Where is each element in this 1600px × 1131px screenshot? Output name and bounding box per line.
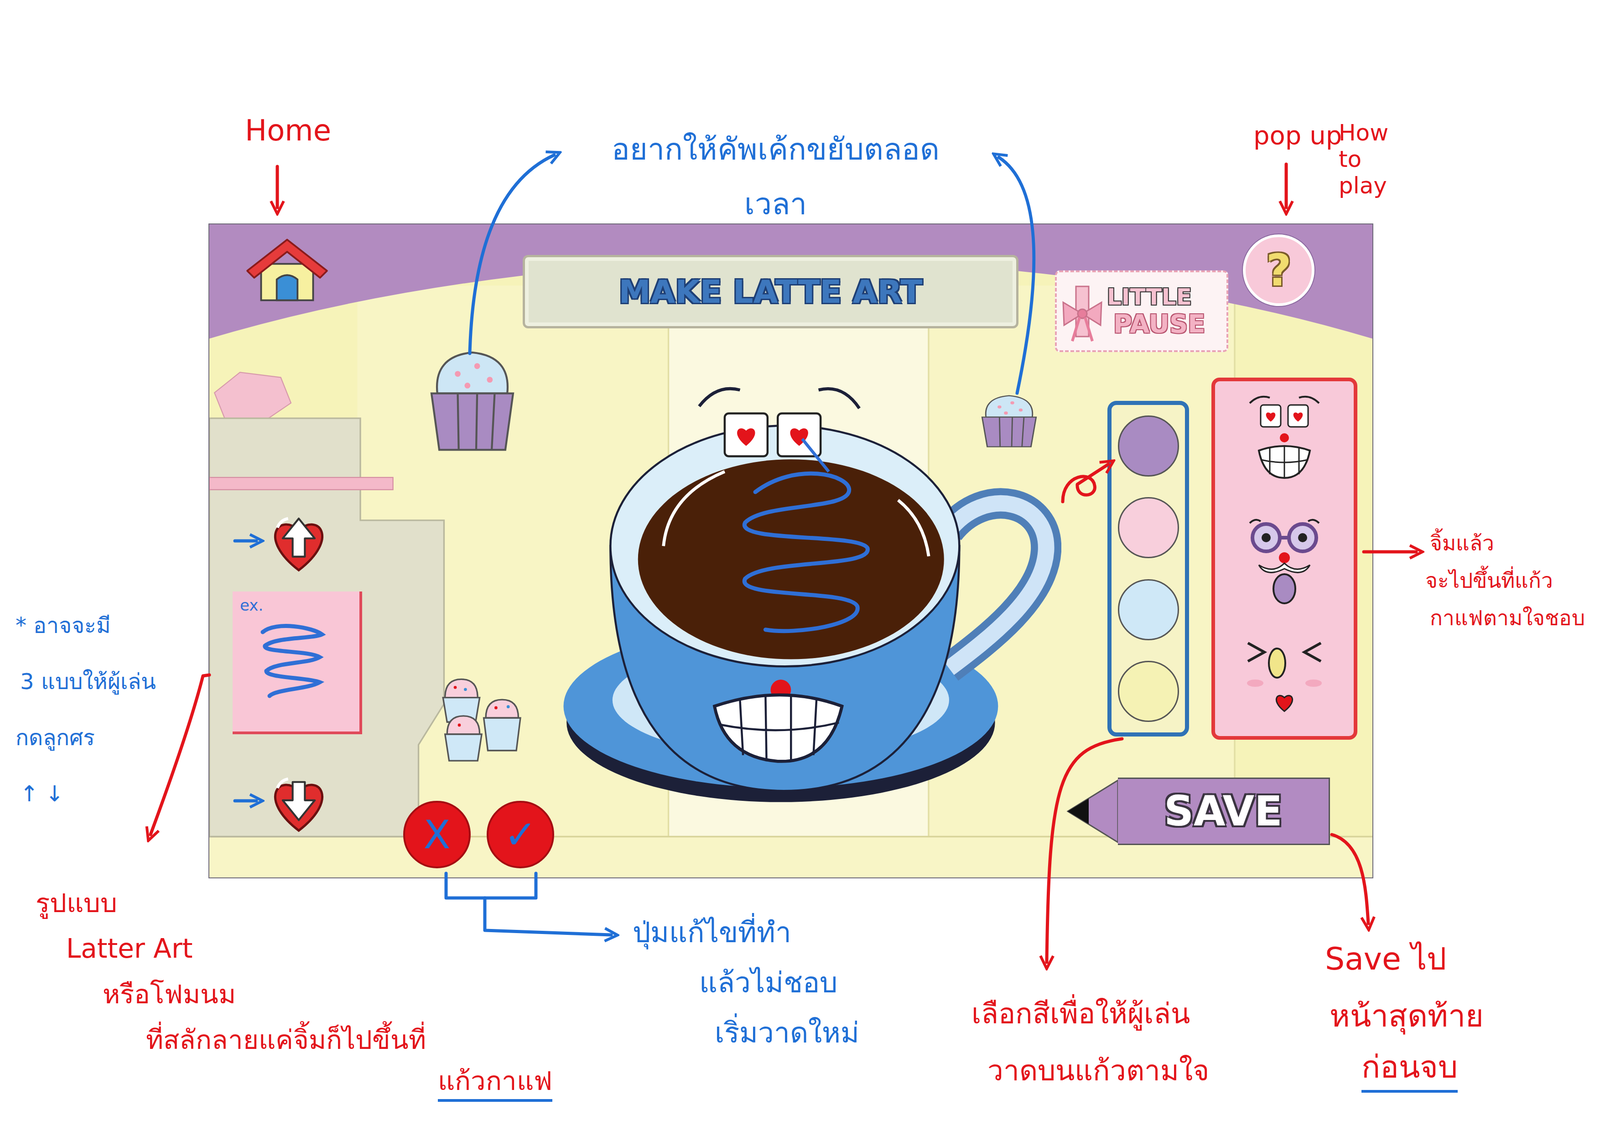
coffee-cup-icon[interactable] [561,377,1062,807]
clear-button[interactable]: X [403,800,471,869]
mockup-sheet: MAKE LATTE ART LITTLEPAUSE? ex. X ✓ SAVE Home p… [0,0,1600,1131]
annotation-line: กดลูกศร [15,709,95,766]
color-swatch[interactable] [1117,579,1180,641]
annotation-line: หรือโฟมนม [102,971,236,1018]
logo-text: LITTLEPAUSE [1106,284,1206,338]
annotation-line: Save ไป [1324,930,1447,988]
annotation-line: 3 แบบให้ผู้เล่น [20,653,156,710]
save-button[interactable]: SAVE [1066,777,1330,846]
color-swatch[interactable] [1117,660,1180,723]
color-swatch[interactable] [1117,415,1180,477]
face-sticker-icon[interactable] [1229,390,1340,491]
home-icon[interactable] [242,234,333,304]
annotation-line: เลือกสีเพื่อให้ผู้เล่น [971,985,1190,1043]
annotation-line: อยากให้คัพเค้กขยับตลอด [611,122,940,177]
game-screen: MAKE LATTE ART LITTLEPAUSE? ex. X ✓ SAVE [209,224,1373,878]
down-arrow-heart-icon[interactable] [260,765,338,837]
annotation: จิ้มแล้วจะไปขึ้นที่แก้วกาแฟตามใจชอบ [1425,524,1585,637]
annotation: Howtoplay [1338,119,1389,199]
annotation-line: รูปแบบ [35,880,118,926]
annotation-line: How [1338,119,1389,146]
screen-title: MAKE LATTE ART [618,273,923,311]
annotation: pop up [1253,119,1342,152]
annotation-line: ปุ่มแก้ไขที่ทำ [632,907,792,958]
annotation: Save ไปหน้าสุดท้ายก่อนจบ [1324,930,1484,1093]
cupcake-icon [423,346,521,454]
save-label-box: SAVE [1117,777,1330,846]
button-label: ✓ [503,815,537,855]
annotation: * อาจจะมี3 แบบให้ผู้เล่นกดลูกศร↑ ↓ [15,597,156,822]
title-banner: MAKE LATTE ART [522,254,1019,329]
annotation: Home [244,112,332,149]
button-label: X [423,815,451,855]
annotation: รูปแบบLatter Artหรือโฟมนมที่สลักลายแค่จิ… [27,880,553,1102]
annotation-line: play [1338,172,1388,199]
logo-word: LITTLE [1106,284,1192,310]
annotation-line: แล้วไม่ชอบ [699,957,838,1008]
annotation-line: Latter Art [66,925,193,972]
face-sticker-icon[interactable] [1229,626,1340,728]
help-label: ? [1266,248,1292,293]
annotation: อยากให้คัพเค้กขยับตลอดเวลา [570,122,981,232]
annotation-line: หน้าสุดท้าย [1329,987,1484,1045]
bow-icon [1058,277,1105,346]
annotation-line: จิ้มแล้ว [1429,524,1495,562]
logo-word: PAUSE [1113,309,1206,338]
annotation-line: ก่อนจบ [1361,1044,1458,1093]
color-palette [1107,400,1190,737]
confirm-button[interactable]: ✓ [486,800,555,869]
annotation-line: Home [244,112,332,149]
annotation-line: แก้วกาแฟ [437,1062,553,1102]
up-arrow-heart-icon[interactable] [260,504,338,577]
pencil-tip-icon [1066,777,1118,846]
annotation-line: to [1338,145,1362,173]
annotation: ปุ่มแก้ไขที่ทำแล้วไม่ชอบเริ่มวาดใหม่ [632,907,860,1059]
annotation-line: วาดบนแก้วตามใจ [987,1042,1210,1100]
face-sticker-panel [1211,377,1358,740]
face-sticker-icon[interactable] [1229,508,1340,609]
color-swatch[interactable] [1117,497,1180,559]
annotation-line: จะไปขึ้นที่แก้ว [1425,561,1554,600]
example-label: ex. [239,597,353,614]
cupcake-icon [976,392,1042,449]
annotation-line: ที่สลักลายแค่จิ้มก็ไปขึ้นที่ [145,1017,426,1063]
annotation: เลือกสีเพื่อให้ผู้เล่นวาดบนแก้วตามใจ [971,985,1210,1100]
annotation-line: กาแฟตามใจชอบ [1429,599,1585,637]
cupcake-stack-icon [438,673,541,765]
latte-pattern-icon [244,613,345,715]
top-bar: MAKE LATTE ART LITTLEPAUSE? [209,224,1373,353]
help-button[interactable]: ? [1242,234,1315,307]
annotation-line: * อาจจะมี [15,597,111,654]
annotation-line: เริ่มวาดใหม่ [714,1007,860,1059]
save-label: SAVE [1163,790,1283,832]
latte-pattern-card[interactable]: ex. [232,591,363,735]
annotation-line: เวลา [744,176,807,232]
little-pause-logo: LITTLEPAUSE [1054,270,1229,353]
annotation-line: pop up [1253,119,1342,152]
annotation-line: ↑ ↓ [20,765,64,822]
